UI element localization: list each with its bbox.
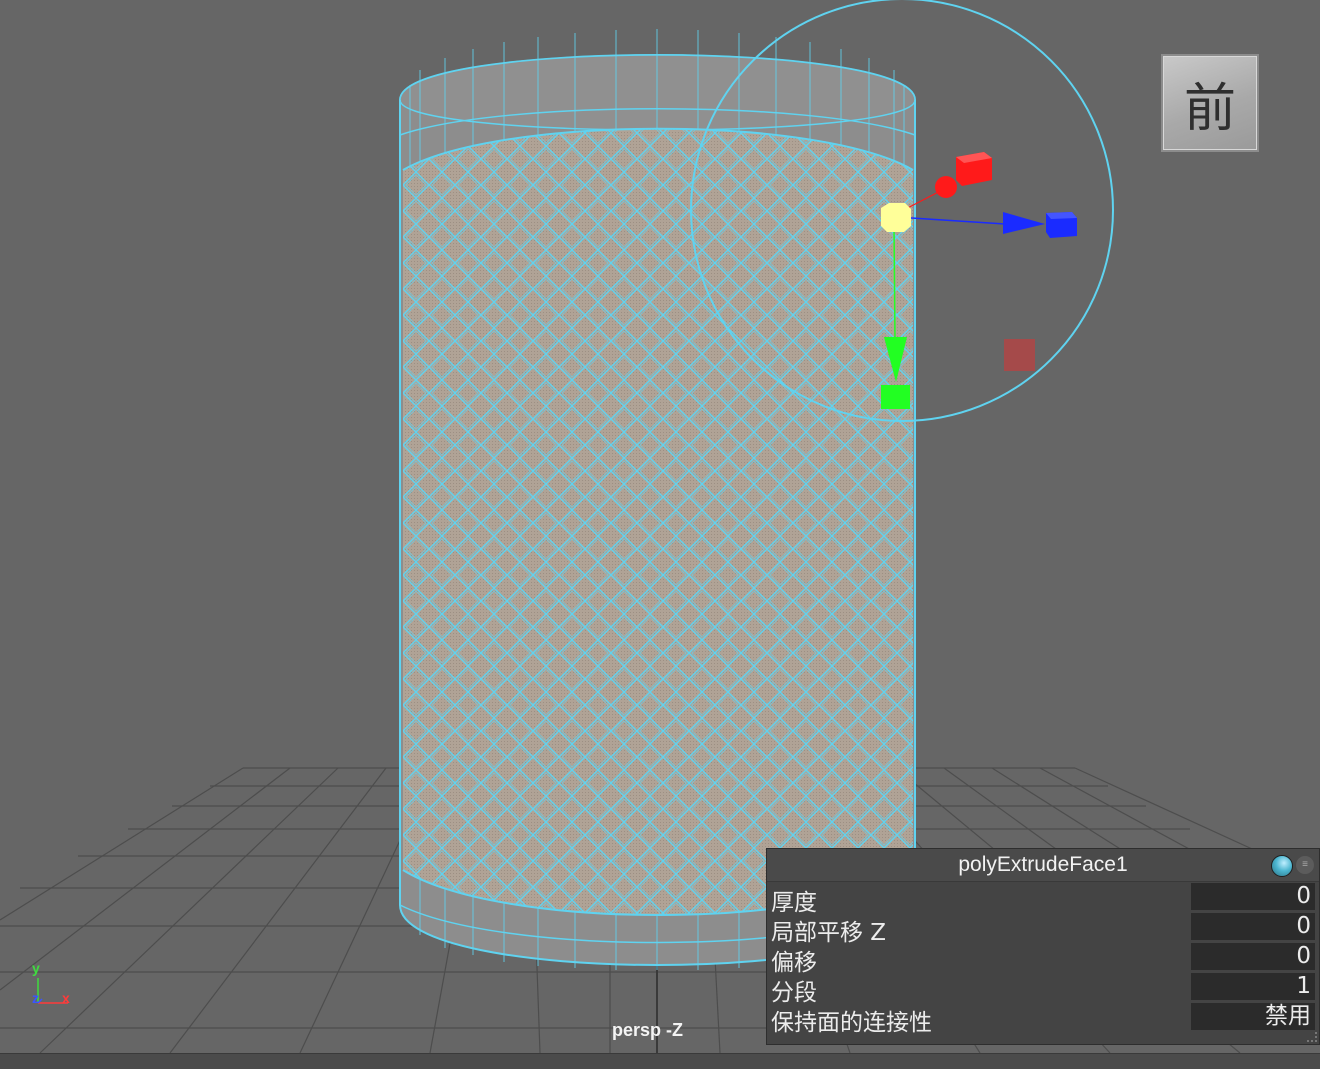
axis-y-label: y bbox=[32, 960, 40, 976]
attribute-row-keep-faces-together: 保持面的连接性 禁用 bbox=[767, 1002, 1319, 1036]
sphere-toggle-icon[interactable] bbox=[1271, 855, 1293, 877]
z-axis-scale-box[interactable] bbox=[1046, 212, 1077, 238]
cylinder-mesh[interactable] bbox=[399, 29, 916, 970]
x-axis-scale-box[interactable] bbox=[956, 152, 992, 186]
thickness-field[interactable]: 0 bbox=[1191, 883, 1315, 910]
attribute-row-divisions: 分段 1 bbox=[767, 972, 1319, 1006]
local-translate-z-field[interactable]: 0 bbox=[1191, 913, 1315, 940]
axis-indicator: y z x bbox=[28, 958, 88, 1018]
attribute-label: 保持面的连接性 bbox=[771, 1010, 932, 1036]
viewport-bottom-edge bbox=[0, 1053, 1320, 1069]
z-axis-arrow[interactable] bbox=[1003, 212, 1045, 234]
view-cube-face-label: 前 bbox=[1183, 78, 1236, 139]
camera-name-label[interactable]: persp -Z bbox=[560, 1020, 735, 1041]
axis-z-label: z bbox=[32, 990, 39, 1006]
keep-faces-together-dropdown[interactable]: 禁用 bbox=[1191, 1003, 1315, 1030]
inview-editor-title: polyExtrudeFace1 bbox=[958, 853, 1128, 876]
x-axis-handle[interactable] bbox=[935, 176, 957, 198]
menu-icon[interactable]: ≡ bbox=[1296, 856, 1314, 874]
extruded-face-band[interactable] bbox=[400, 110, 916, 940]
attribute-row-offset: 偏移 0 bbox=[767, 942, 1319, 976]
axis-x-label: x bbox=[62, 990, 70, 1006]
resize-grip-icon[interactable] bbox=[1307, 1032, 1317, 1042]
attribute-row-local-translate-z: 局部平移 Z 0 bbox=[767, 912, 1319, 946]
divisions-field[interactable]: 1 bbox=[1191, 973, 1315, 1000]
y-axis-scale-box[interactable] bbox=[881, 385, 910, 409]
inview-editor-header[interactable]: polyExtrudeFace1 ≡ bbox=[767, 849, 1319, 882]
plane-move-handle[interactable] bbox=[1004, 339, 1035, 371]
view-cube[interactable]: 前 bbox=[1161, 54, 1259, 152]
offset-field[interactable]: 0 bbox=[1191, 943, 1315, 970]
inview-editor-panel[interactable]: polyExtrudeFace1 ≡ 厚度 0 局部平移 Z 0 偏移 0 分段… bbox=[766, 848, 1320, 1045]
move-center-handle[interactable] bbox=[881, 203, 911, 232]
attribute-row-thickness: 厚度 0 bbox=[767, 882, 1319, 916]
